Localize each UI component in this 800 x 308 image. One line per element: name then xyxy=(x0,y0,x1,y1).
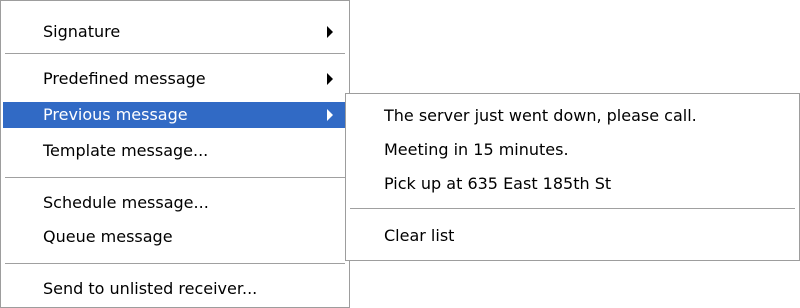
menu-item-previous-message[interactable]: Previous message xyxy=(3,102,347,128)
submenu-item-label: Pick up at 635 East 185th St xyxy=(384,174,612,193)
submenu-arrow-icon xyxy=(327,26,333,38)
menu-item-predefined-message[interactable]: Predefined message xyxy=(3,66,347,92)
submenu-item-previous-3[interactable]: Pick up at 635 East 185th St xyxy=(348,171,797,197)
previous-message-submenu: The server just went down, please call. … xyxy=(345,93,800,261)
menu-item-label: Send to unlisted receiver... xyxy=(43,279,258,298)
menu-item-label: Predefined message xyxy=(43,69,206,88)
menu-item-label: Signature xyxy=(43,22,121,41)
menu-item-label: Schedule message... xyxy=(43,193,209,212)
menu-item-signature[interactable]: Signature xyxy=(3,19,347,45)
menu-item-template-message[interactable]: Template message... xyxy=(3,138,347,164)
submenu-item-label: Clear list xyxy=(384,226,455,245)
menu-separator xyxy=(5,53,345,54)
menu-item-label: Template message... xyxy=(43,141,209,160)
menu-item-send-to-unlisted-receiver[interactable]: Send to unlisted receiver... xyxy=(3,276,347,302)
submenu-item-previous-1[interactable]: The server just went down, please call. xyxy=(348,103,797,129)
menu-separator xyxy=(5,177,345,178)
submenu-item-label: Meeting in 15 minutes. xyxy=(384,140,569,159)
context-menu: Signature Predefined message Previous me… xyxy=(0,0,350,308)
menu-item-queue-message[interactable]: Queue message xyxy=(3,224,347,250)
submenu-item-previous-2[interactable]: Meeting in 15 minutes. xyxy=(348,137,797,163)
menu-item-label: Queue message xyxy=(43,227,173,246)
submenu-item-clear-list[interactable]: Clear list xyxy=(348,223,797,249)
menu-item-label: Previous message xyxy=(43,105,188,124)
submenu-arrow-icon xyxy=(327,109,333,121)
menu-item-schedule-message[interactable]: Schedule message... xyxy=(3,190,347,216)
menu-separator xyxy=(5,263,345,264)
menu-separator xyxy=(350,208,795,209)
submenu-item-label: The server just went down, please call. xyxy=(384,106,697,125)
submenu-arrow-icon xyxy=(327,73,333,85)
